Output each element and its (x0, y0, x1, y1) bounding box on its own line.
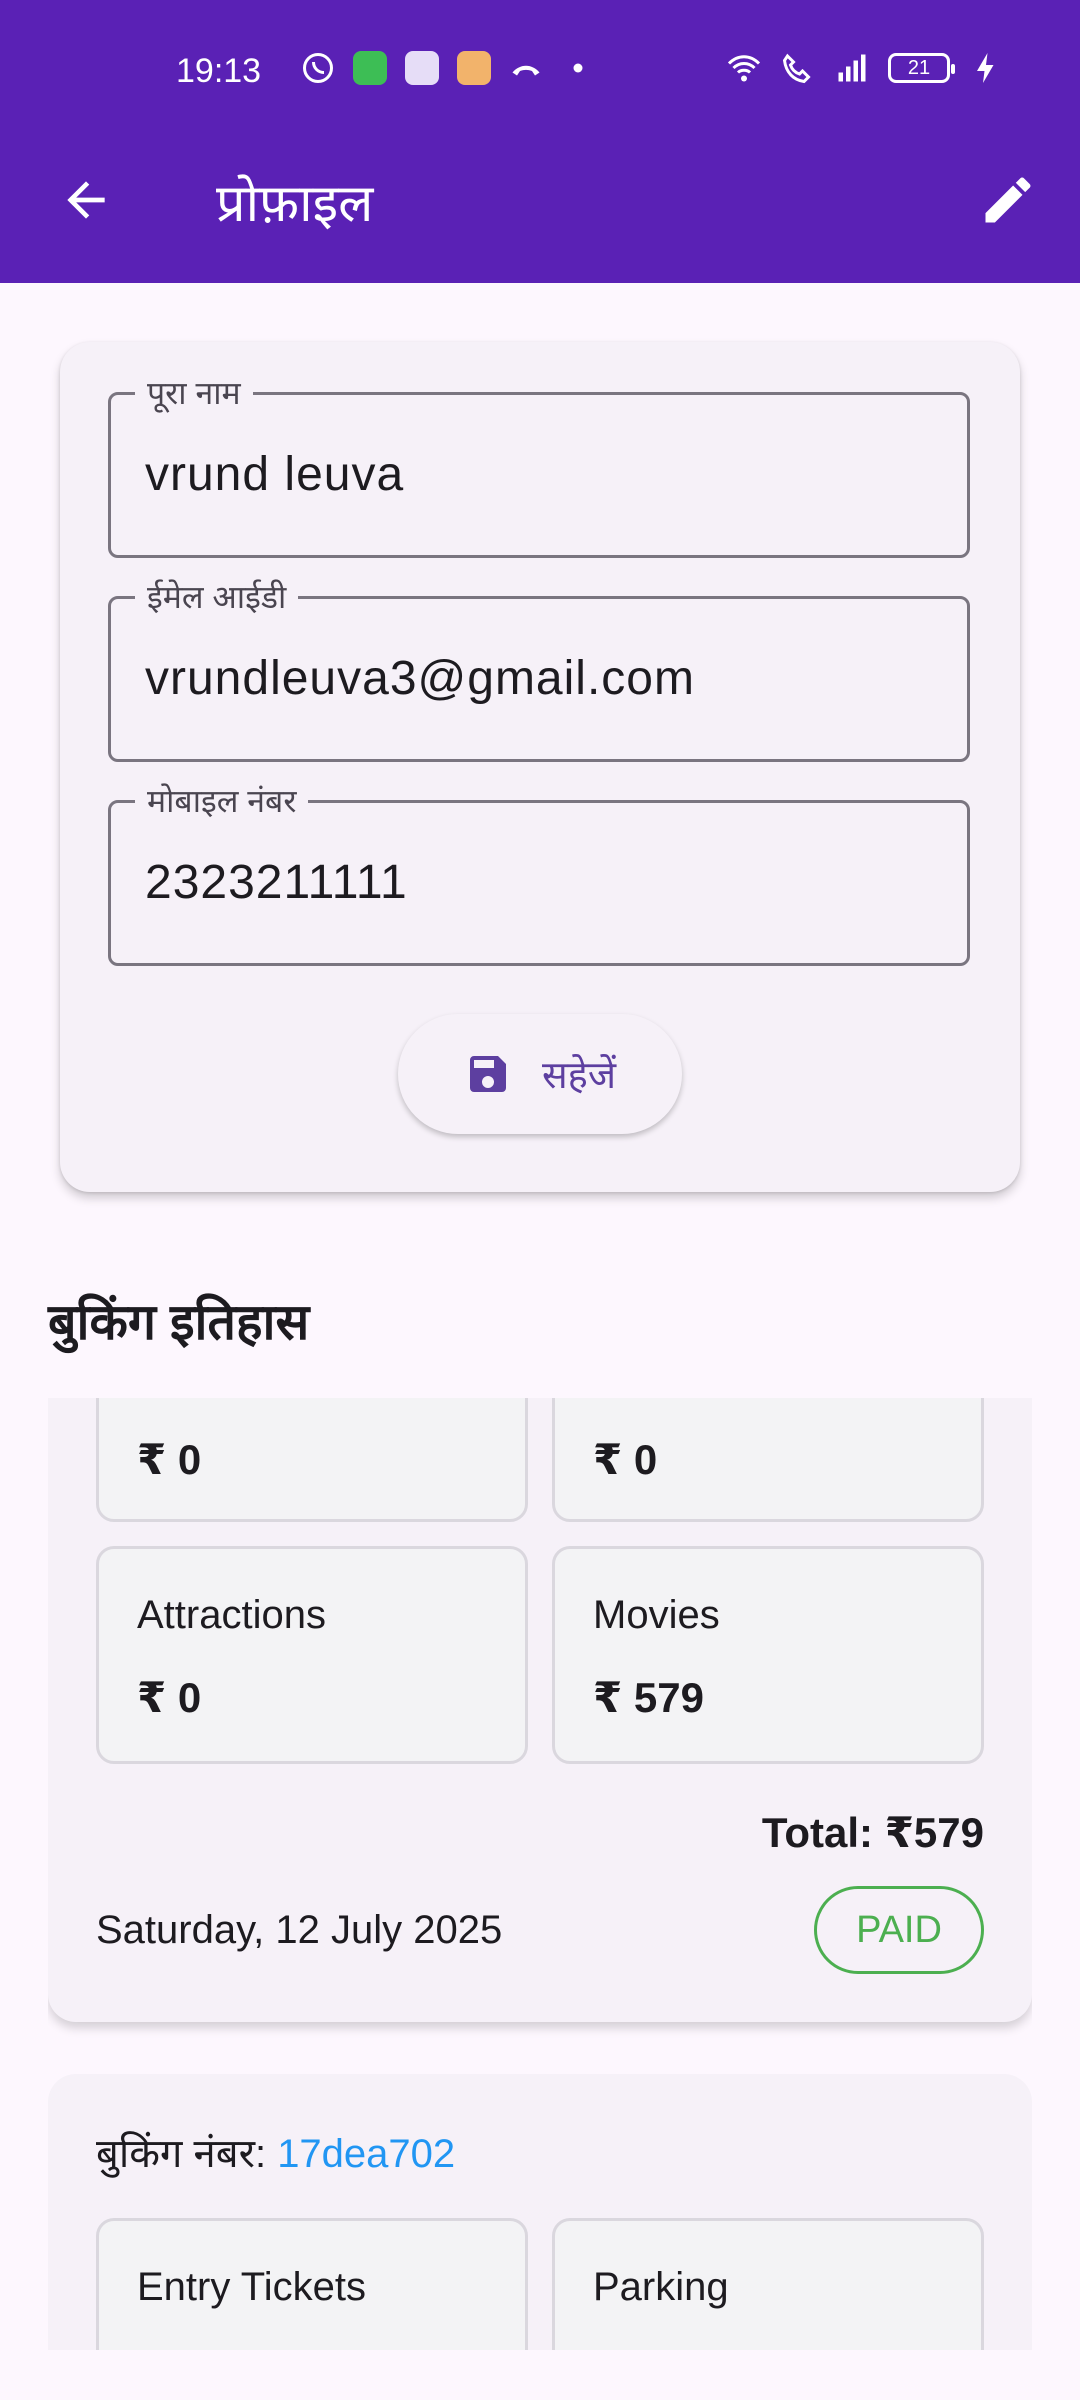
mobile-label: मोबाइल नंबर (135, 779, 309, 822)
pencil-icon (985, 177, 1031, 223)
full-name-label: पूरा नाम (135, 371, 253, 414)
full-name-value: vrund leuva (145, 448, 405, 501)
edit-button[interactable] (972, 164, 1044, 236)
tile-value: ₹ 0 (137, 1674, 202, 1721)
back-button[interactable] (50, 164, 122, 236)
floppy-disk-icon (469, 1056, 506, 1092)
wifi-calling-icon (780, 50, 816, 86)
status-time: 19:13 (176, 52, 262, 90)
booking-history-title: बुकिंग इतिहास (48, 1294, 310, 1350)
tile-label: Entry Tickets (137, 2265, 366, 2309)
booking-number-label: बुकिंग नंबर: (96, 2132, 278, 2176)
notification-icons (300, 50, 596, 86)
mobile-field[interactable]: मोबाइल नंबर 2323211111 (108, 779, 970, 966)
tile-label: Movies (593, 1593, 720, 1637)
booking-number-value: 17dea702 (277, 2132, 456, 2176)
attractions-tile: Attractions ₹ 0 (96, 1546, 528, 1764)
system-icons: 21 (726, 50, 1004, 86)
more-notifications-icon (560, 50, 596, 86)
charging-icon (968, 50, 1004, 86)
news-app-icon (404, 50, 440, 86)
battery-icon: 21 (888, 53, 955, 83)
booking-total: Total: ₹579 (761, 1809, 984, 1856)
booking-card[interactable]: बुकिंग नंबर: 17dea702 Entry Tickets Park… (48, 2074, 1032, 2350)
parking-tile: Parking (552, 2218, 984, 2350)
mobile-value: 2323211111 (145, 856, 408, 909)
booking-history-list[interactable]: ₹ 0 ₹ 0 Attractions ₹ 0 Movies ₹ 579 Tot… (48, 1398, 1032, 2350)
status-bar: 19:13 21 (0, 0, 1080, 140)
tile-value: ₹ 579 (593, 1674, 704, 1721)
cost-tile: ₹ 0 (552, 1398, 984, 1522)
status-badge: PAID (814, 1886, 984, 1974)
movies-tile: Movies ₹ 579 (552, 1546, 984, 1764)
email-field[interactable]: ईमेल आईडी vrundleuva3@gmail.com (108, 575, 970, 762)
full-name-field[interactable]: पूरा नाम vrund leuva (108, 371, 970, 558)
signal-icon (834, 50, 870, 86)
tile-value: ₹ 0 (137, 1436, 202, 1483)
missed-call-icon (508, 50, 544, 86)
arrow-left-icon (67, 181, 105, 219)
tile-label: Attractions (137, 1593, 326, 1637)
booking-number: बुकिंग नंबर: 17dea702 (96, 2124, 455, 2179)
amazon-app-icon (456, 50, 492, 86)
entry-tickets-tile: Entry Tickets (96, 2218, 528, 2350)
email-label: ईमेल आईडी (135, 575, 299, 618)
whatsapp-icon (300, 50, 336, 86)
top-bar: 19:13 21 प्रोफ़ाइल (0, 0, 1080, 283)
page-title: प्रोफ़ाइल (216, 175, 374, 233)
booking-date: Saturday, 12 July 2025 (96, 1908, 503, 1952)
email-value: vrundleuva3@gmail.com (145, 652, 695, 705)
profile-card: पूरा नाम vrund leuva ईमेल आईडी vrundleuv… (60, 342, 1020, 1192)
tile-label: Parking (593, 2265, 729, 2309)
shopping-app-icon (352, 50, 388, 86)
booking-card[interactable]: ₹ 0 ₹ 0 Attractions ₹ 0 Movies ₹ 579 Tot… (48, 1398, 1032, 2022)
wifi-icon (726, 50, 762, 86)
save-label: सहेजें (541, 1055, 617, 1097)
save-button[interactable]: सहेजें (398, 1014, 682, 1134)
cost-tile: ₹ 0 (96, 1398, 528, 1522)
app-bar: प्रोफ़ाइल (0, 140, 1080, 283)
tile-value: ₹ 0 (593, 1436, 658, 1483)
